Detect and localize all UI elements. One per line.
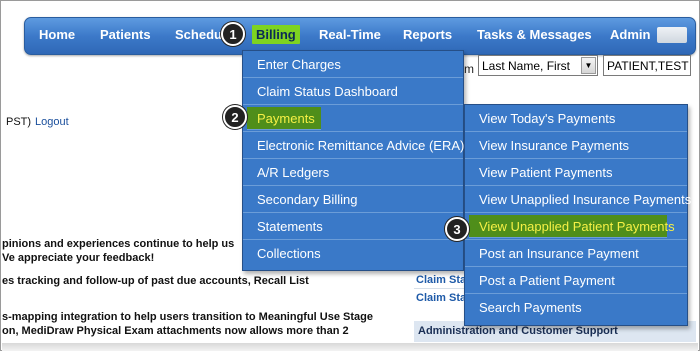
claim-status-link-1[interactable]: Claim Stat <box>416 274 470 286</box>
nav-home[interactable]: Home <box>39 27 75 42</box>
news-line-3: es tracking and follow-up of past due ac… <box>2 275 309 287</box>
window-corner-icon <box>657 27 687 43</box>
menu-payments[interactable]: Payments <box>247 107 321 130</box>
nav-reports[interactable]: Reports <box>403 27 452 42</box>
claim-status-link-2[interactable]: Claim Stat <box>416 292 470 304</box>
logout-link[interactable]: Logout <box>35 116 69 128</box>
news-line-2: Ve appreciate your feedback! <box>2 252 155 264</box>
submenu-post-insurance-payment[interactable]: Post an Insurance Payment <box>465 240 687 267</box>
nav-real-time[interactable]: Real-Time <box>319 27 381 42</box>
news-line-1: pinions and experiences continue to help… <box>2 238 235 250</box>
submenu-view-todays-payments[interactable]: View Today's Payments <box>465 105 687 132</box>
patient-search-input[interactable]: PATIENT,TEST <box>603 55 691 76</box>
side-divider <box>414 288 464 289</box>
nav-tasks-messages[interactable]: Tasks & Messages <box>477 27 592 42</box>
menu-claim-status-dashboard[interactable]: Claim Status Dashboard <box>243 78 463 105</box>
menu-statements[interactable]: Statements <box>243 213 463 240</box>
nav-admin[interactable]: Admin <box>610 27 650 42</box>
timezone-text: PST) <box>6 116 32 128</box>
search-type-select[interactable]: Last Name, First ▼ <box>478 55 598 76</box>
menu-ar-ledgers[interactable]: A/R Ledgers <box>243 159 463 186</box>
submenu-view-insurance-payments[interactable]: View Insurance Payments <box>465 132 687 159</box>
nav-billing[interactable]: Billing <box>252 25 300 44</box>
search-label: m <box>464 62 474 76</box>
submenu-search-payments[interactable]: Search Payments <box>465 294 687 321</box>
dropdown-arrow-icon[interactable]: ▼ <box>581 57 596 74</box>
step-marker-2: 2 <box>223 105 247 129</box>
step-marker-3: 3 <box>445 217 469 241</box>
submenu-view-unapplied-insurance-payments[interactable]: View Unapplied Insurance Payments <box>465 186 691 213</box>
nav-patients[interactable]: Patients <box>100 27 151 42</box>
search-type-value: Last Name, First <box>482 59 571 73</box>
frame-shadow <box>2 343 698 351</box>
submenu-post-patient-payment[interactable]: Post a Patient Payment <box>465 267 687 294</box>
submenu-view-unapplied-patient-payments[interactable]: View Unapplied Patient Payments <box>469 215 675 238</box>
news-line-5: on, MediDraw Physical Exam attachments n… <box>2 325 349 337</box>
menu-enter-charges[interactable]: Enter Charges <box>243 51 463 78</box>
step-marker-1: 1 <box>221 22 245 46</box>
menu-secondary-billing[interactable]: Secondary Billing <box>243 186 463 213</box>
payments-submenu: View Today's Payments View Insurance Pay… <box>464 104 691 326</box>
menu-payments-row[interactable]: Payments <box>243 105 463 132</box>
news-line-4: s-mapping integration to help users tran… <box>2 311 373 323</box>
menu-collections[interactable]: Collections <box>243 240 463 267</box>
billing-menu: Enter Charges Claim Status Dashboard Pay… <box>242 50 464 271</box>
submenu-unapplied-patient-row[interactable]: View Unapplied Patient Payments <box>465 213 687 240</box>
menu-era[interactable]: Electronic Remittance Advice (ERA) <box>243 132 464 159</box>
submenu-view-patient-payments[interactable]: View Patient Payments <box>465 159 687 186</box>
